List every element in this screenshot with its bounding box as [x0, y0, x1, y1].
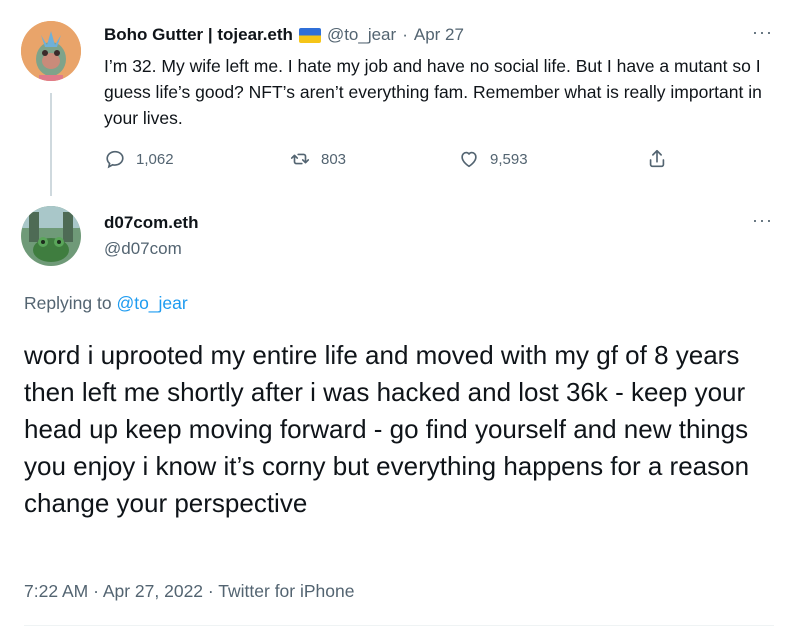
main-more-options-icon[interactable]: ···: [752, 210, 773, 231]
replying-to-line: Replying to @to_jear: [24, 293, 188, 314]
like-button[interactable]: 9,593: [458, 148, 528, 170]
parent-display-name[interactable]: Boho Gutter | tojear.eth: [104, 25, 293, 45]
parent-handle[interactable]: @to_jear: [327, 25, 396, 45]
retweet-button[interactable]: 803: [289, 148, 346, 170]
tweet-time-link[interactable]: 7:22 AM: [24, 581, 88, 601]
parent-tweet-text: I’m 32. My wife left me. I hate my job a…: [104, 56, 762, 128]
frog-avatar-image: [21, 206, 81, 266]
meta-separator-2: ·: [207, 581, 214, 601]
replying-to-handle-link[interactable]: @to_jear: [116, 293, 187, 313]
reply-button[interactable]: 1,062: [104, 148, 174, 170]
ukraine-flag-icon: [298, 27, 321, 43]
tweet-meta-line: 7:22 AM · Apr 27, 2022 · Twitter for iPh…: [24, 581, 354, 602]
parent-tweet-header: Boho Gutter | tojear.eth @to_jear · Apr …: [104, 25, 464, 45]
parent-more-options-icon[interactable]: ···: [752, 22, 773, 43]
tweet-date-link[interactable]: Apr 27, 2022: [103, 581, 203, 601]
reply-count: 1,062: [136, 150, 174, 168]
share-icon: [649, 149, 665, 168]
reply-icon: [106, 150, 124, 169]
thread-connector-line: [50, 93, 52, 196]
replying-to-prefix: Replying to: [24, 293, 112, 313]
bottom-divider: [24, 625, 774, 626]
main-handle[interactable]: @d07com: [104, 239, 182, 259]
main-avatar[interactable]: [21, 206, 81, 266]
ape-avatar-image: [21, 21, 81, 81]
retweet-icon: [290, 153, 310, 165]
main-display-name[interactable]: d07com.eth: [104, 213, 198, 233]
parent-date[interactable]: Apr 27: [414, 25, 464, 45]
parent-separator: ·: [402, 25, 408, 44]
share-button[interactable]: [646, 148, 668, 170]
heart-icon: [461, 151, 477, 168]
like-count: 9,593: [490, 150, 528, 168]
tweet-source-link[interactable]: Twitter for iPhone: [218, 581, 354, 601]
parent-avatar[interactable]: [21, 21, 81, 81]
retweet-count: 803: [321, 150, 347, 168]
main-tweet-text: word i uprooted my entire life and moved…: [24, 340, 750, 518]
meta-separator-1: ·: [93, 581, 99, 601]
